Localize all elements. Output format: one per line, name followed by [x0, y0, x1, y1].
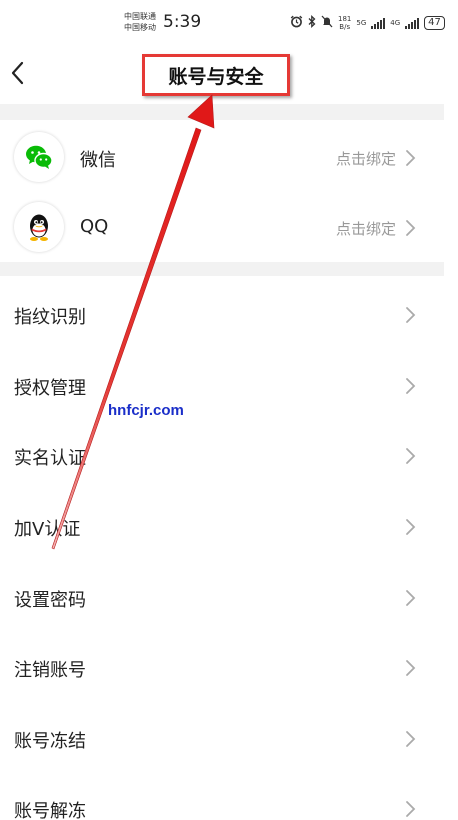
back-arrow-icon[interactable] [8, 59, 28, 87]
wechat-icon [14, 132, 64, 182]
menu-row-v-verification[interactable]: 加V认证 [0, 491, 444, 561]
status-icons: 181 B/s 5G 4G 47 [290, 12, 445, 34]
chevron-right-icon [404, 800, 416, 820]
menu-row-fingerprint[interactable]: 指纹识别 [0, 279, 444, 349]
menu-row-real-name[interactable]: 实名认证 [0, 420, 444, 490]
carrier-info: 中国联通 中国移动 [124, 11, 156, 33]
bind-row-wechat[interactable]: 微信 点击绑定 [0, 122, 444, 192]
qq-icon [14, 202, 64, 252]
chevron-right-icon [404, 589, 416, 611]
menu-label: 实名认证 [14, 448, 86, 469]
chevron-right-icon [404, 518, 416, 540]
section-divider [0, 104, 444, 120]
chevron-right-icon [404, 659, 416, 681]
network-type-1: 5G [356, 19, 367, 27]
bind-row-qq[interactable]: QQ 点击绑定 [0, 192, 444, 262]
network-speed: 181 B/s [338, 15, 351, 31]
menu-label: 指纹识别 [14, 307, 86, 328]
menu-row-authorization[interactable]: 授权管理 [0, 350, 444, 420]
bind-action-qq[interactable]: 点击绑定 [336, 218, 396, 239]
chevron-right-icon [404, 377, 416, 399]
chevron-right-icon [404, 149, 416, 171]
bind-label-wechat: 微信 [80, 150, 116, 171]
menu-row-freeze-account[interactable]: 账号冻结 [0, 703, 444, 773]
menu-label: 账号冻结 [14, 731, 86, 752]
watermark: hnfcjr.com [108, 402, 184, 419]
speed-value: 181 [338, 15, 352, 23]
chevron-right-icon [404, 730, 416, 752]
page-title: 账号与安全 [142, 54, 290, 96]
menu-row-delete-account[interactable]: 注销账号 [0, 632, 444, 702]
signal-2-icon [405, 17, 420, 29]
carrier-2: 中国移动 [124, 23, 156, 32]
carrier-1: 中国联通 [124, 12, 156, 21]
scrollbar-track[interactable] [444, 104, 458, 820]
bind-label-qq: QQ [80, 216, 109, 237]
chevron-right-icon [404, 306, 416, 328]
mute-icon [321, 15, 333, 31]
menu-label: 加V认证 [14, 519, 81, 540]
clock: 5:39 [163, 12, 202, 32]
signal-1-icon [371, 17, 386, 29]
menu-label: 注销账号 [14, 660, 86, 681]
network-type-2: 4G [390, 19, 401, 27]
menu-row-set-password[interactable]: 设置密码 [0, 562, 444, 632]
menu-label: 账号解冻 [14, 801, 86, 820]
section-divider [0, 262, 444, 276]
status-bar: 中国联通 中国移动 5:39 181 B/s 5G 4G 47 [0, 0, 458, 44]
bind-action-wechat[interactable]: 点击绑定 [336, 148, 396, 169]
menu-row-unfreeze-account[interactable]: 账号解冻 [0, 773, 444, 820]
battery-indicator: 47 [424, 16, 445, 30]
bluetooth-icon [308, 15, 316, 31]
menu-label: 授权管理 [14, 378, 86, 399]
chevron-right-icon [404, 447, 416, 469]
speed-unit: B/s [339, 23, 351, 31]
chevron-right-icon [404, 219, 416, 241]
menu-label: 设置密码 [14, 590, 86, 611]
alarm-icon [290, 15, 303, 31]
